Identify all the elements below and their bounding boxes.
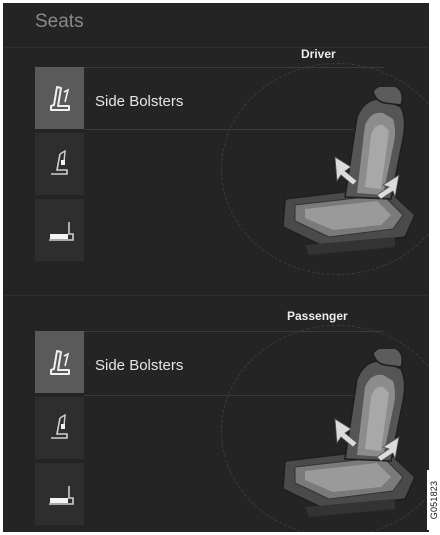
page-title: Seats [35, 11, 84, 32]
seats-screen: Seats Driver Side Bolsters Passenger Sid… [3, 3, 429, 532]
header-divider [3, 47, 429, 48]
driver-side-bolster-button[interactable] [35, 67, 84, 129]
passenger-cushion-button[interactable] [35, 463, 84, 525]
seat-side-bolster-icon [49, 350, 70, 375]
seat-side-bolster-icon [49, 86, 70, 111]
passenger-seat-illustration [282, 349, 416, 518]
passenger-row-top-line [84, 331, 384, 332]
seat-lumbar-icon [49, 414, 68, 439]
seat-lumbar-icon [49, 150, 68, 175]
figure-code-text: G051823 [428, 480, 439, 520]
seat-cushion-icon [47, 485, 74, 505]
seat-cushion-icon [47, 221, 74, 241]
passenger-option-label: Side Bolsters [95, 357, 184, 374]
driver-title: Driver [301, 47, 336, 61]
section-divider [3, 295, 429, 296]
driver-option-column [35, 67, 84, 263]
figure-code: G051823 [427, 470, 440, 530]
passenger-option-column [35, 331, 84, 527]
driver-seat-illustration [282, 87, 416, 256]
driver-option-label: Side Bolsters [95, 93, 184, 110]
passenger-lumbar-button[interactable] [35, 397, 84, 459]
passenger-title: Passenger [287, 309, 348, 323]
driver-lumbar-button[interactable] [35, 133, 84, 195]
driver-row-top-line [84, 67, 384, 68]
passenger-side-bolster-button[interactable] [35, 331, 84, 393]
driver-cushion-button[interactable] [35, 199, 84, 261]
